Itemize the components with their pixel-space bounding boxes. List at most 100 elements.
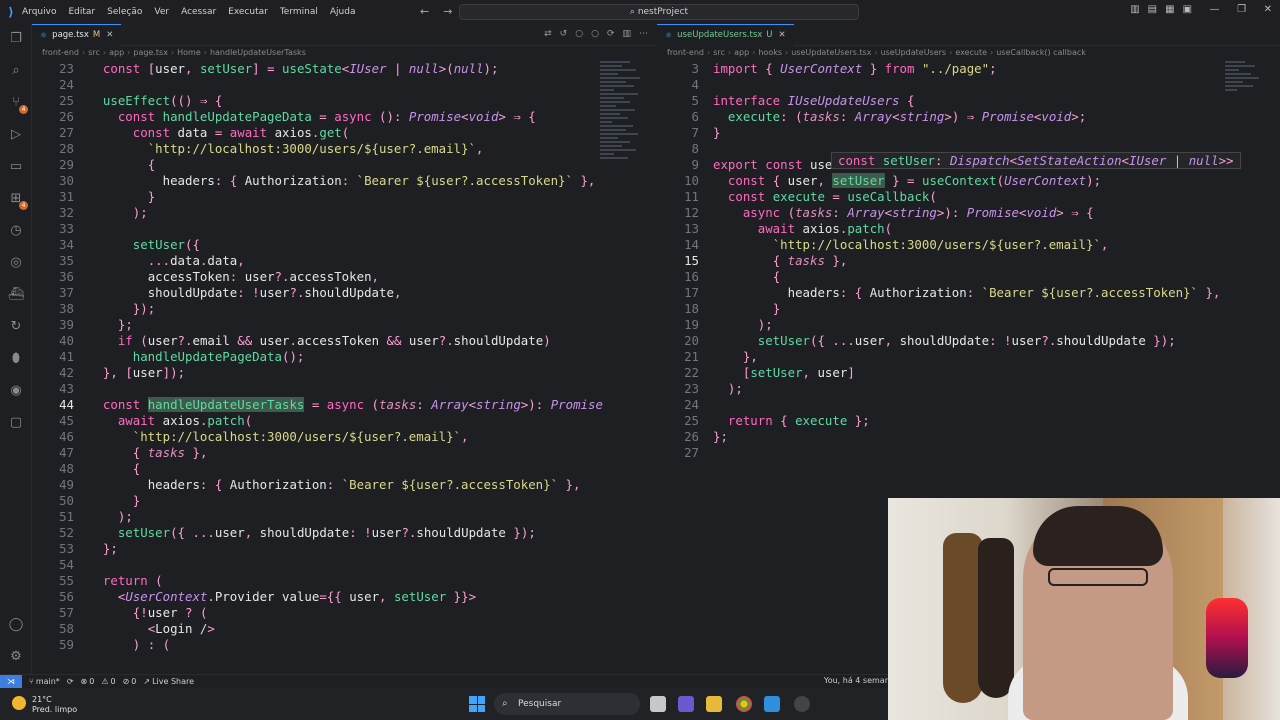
ports-count[interactable]: 0	[131, 677, 136, 686]
code-line[interactable]: 6 execute: (tasks: Array<string>) ⇒ Prom…	[657, 109, 1220, 125]
layout-icon[interactable]: ▦	[1165, 4, 1174, 15]
code-line[interactable]: 3 import { UserContext } from "../page";	[657, 61, 1220, 77]
breadcrumb-item[interactable]: useCallback() callback	[996, 48, 1086, 57]
code-line[interactable]: 24	[657, 397, 1220, 413]
menu-item[interactable]: Arquivo	[22, 7, 56, 17]
code-line[interactable]: 37 shouldUpdate: !user?.shouldUpdate,	[32, 285, 603, 301]
code-line[interactable]: 5 interface IUseUpdateUsers {	[657, 93, 1220, 109]
branch-name[interactable]: main*	[36, 677, 60, 686]
next-change-icon[interactable]: ○	[591, 29, 599, 39]
remote-explorer-icon[interactable]: ▭	[7, 158, 25, 176]
code-line[interactable]: 16 {	[657, 269, 1220, 285]
menu-item[interactable]: Ver	[154, 7, 169, 17]
code-line[interactable]: 50 }	[32, 493, 603, 509]
explorer-icon[interactable]: ❐	[7, 30, 25, 48]
testing-icon[interactable]: ▢	[7, 414, 25, 432]
sync-icon[interactable]: ⟳	[67, 677, 74, 686]
code-line[interactable]: 52 setUser({ ...user, shouldUpdate: !use…	[32, 525, 603, 541]
code-line[interactable]: 28 `http://localhost:3000/users/${user?.…	[32, 141, 603, 157]
code-line[interactable]: 27	[657, 445, 1220, 461]
code-line[interactable]: 57 {!user ? (	[32, 605, 603, 621]
code-line[interactable]: 14 `http://localhost:3000/users/${user?.…	[657, 237, 1220, 253]
code-line[interactable]: 21 },	[657, 349, 1220, 365]
weather-widget[interactable]: 21°C Pred. limpo	[32, 695, 77, 715]
git-blame[interactable]: You, há 4 semar	[824, 676, 888, 685]
code-line[interactable]: 18 }	[657, 301, 1220, 317]
code-line[interactable]: 49 headers: { Authorization: `Bearer ${u…	[32, 477, 603, 493]
timeline-icon[interactable]: ◷	[7, 222, 25, 240]
tab-page-tsx[interactable]: ⚛ page.tsx M ✕	[32, 23, 122, 46]
git-graph-icon[interactable]: ◎	[7, 254, 25, 272]
code-line[interactable]: 56 <UserContext.Provider value={{ user, …	[32, 589, 603, 605]
code-line[interactable]: 20 setUser({ ...user, shouldUpdate: !use…	[657, 333, 1220, 349]
menu-item[interactable]: Acessar	[181, 7, 216, 17]
docker-icon[interactable]: ⛴	[7, 286, 25, 304]
code-line[interactable]: 41 handleUpdatePageData();	[32, 349, 603, 365]
code-line[interactable]: 4	[657, 77, 1220, 93]
more-actions-icon[interactable]: ⋯	[639, 29, 648, 39]
minimap[interactable]	[600, 61, 646, 171]
search-icon[interactable]: ⌕	[7, 62, 25, 80]
run-debug-icon[interactable]: ▷	[7, 126, 25, 144]
code-editor-left[interactable]: 23 const [user, setUser] = useState<IUse…	[32, 61, 603, 653]
code-line[interactable]: 51 );	[32, 509, 603, 525]
code-line[interactable]: 26};	[657, 429, 1220, 445]
minimize-button[interactable]: —	[1200, 4, 1220, 15]
breadcrumb-item[interactable]: useUpdateUsers	[881, 48, 947, 57]
menu-item[interactable]: Terminal	[280, 7, 318, 17]
code-line[interactable]: 40 if (user?.email && user.accessToken &…	[32, 333, 603, 349]
vscode-taskbar-icon[interactable]	[764, 696, 780, 712]
chrome-icon[interactable]	[736, 696, 752, 712]
code-line[interactable]: 48 {	[32, 461, 603, 477]
task-view-icon[interactable]	[650, 696, 666, 712]
code-line[interactable]: 23 const [user, setUser] = useState<IUse…	[32, 61, 603, 77]
remote-indicator-icon[interactable]: ⋊	[0, 674, 22, 689]
forward-arrow-icon[interactable]: →	[443, 5, 452, 18]
breadcrumb-item[interactable]: Home	[177, 48, 201, 57]
code-line[interactable]: 54	[32, 557, 603, 573]
code-line[interactable]: 27 const data = await axios.get(	[32, 125, 603, 141]
code-line[interactable]: 39 };	[32, 317, 603, 333]
minimap[interactable]	[1225, 61, 1271, 101]
code-line[interactable]: 31 }	[32, 189, 603, 205]
code-line[interactable]: 24	[32, 77, 603, 93]
windows-start-icon[interactable]	[469, 696, 485, 712]
database-icon[interactable]: ⬮	[7, 350, 25, 368]
prev-change-icon[interactable]: ○	[575, 29, 583, 39]
revert-icon[interactable]: ↺	[560, 29, 568, 39]
source-control-icon[interactable]: ⑂ 4	[7, 94, 28, 114]
close-button[interactable]: ✕	[1254, 4, 1272, 15]
code-line[interactable]: 43	[32, 381, 603, 397]
code-line[interactable]: 29 {	[32, 157, 603, 173]
code-line[interactable]: 26 const handleUpdatePageData = async ()…	[32, 109, 603, 125]
taskbar-search[interactable]: ⌕ Pesquisar	[494, 693, 640, 715]
code-line[interactable]: 53 };	[32, 541, 603, 557]
breadcrumb-item[interactable]: src	[713, 48, 725, 57]
code-line[interactable]: 22 [setUser, user]	[657, 365, 1220, 381]
command-center-search[interactable]: ⌕ nestProject	[459, 4, 859, 20]
sync-icon[interactable]: ⟳	[607, 29, 615, 39]
code-line[interactable]: 33	[32, 221, 603, 237]
breadcrumb-item[interactable]: app	[109, 48, 124, 57]
menu-item[interactable]: Editar	[68, 7, 95, 17]
account-icon[interactable]: ◯	[7, 616, 25, 634]
layout-icon[interactable]: ▤	[1148, 4, 1157, 15]
extensions-icon[interactable]: ⊞ 4	[7, 190, 28, 210]
breadcrumb-item[interactable]: hooks	[758, 48, 782, 57]
layout-icon[interactable]: ▥	[1130, 4, 1139, 15]
breadcrumb[interactable]: front-end › src › app › hooks › useUpdateUsers.t…	[657, 46, 1280, 60]
code-line[interactable]: 58 <Login />	[32, 621, 603, 637]
breadcrumb-item[interactable]: src	[88, 48, 100, 57]
code-line[interactable]: 25 return { execute };	[657, 413, 1220, 429]
code-line[interactable]: 17 headers: { Authorization: `Bearer ${u…	[657, 285, 1220, 301]
code-line[interactable]: 35 ...data.data,	[32, 253, 603, 269]
maximize-button[interactable]: ❐	[1228, 4, 1246, 15]
layout-icon[interactable]: ▣	[1183, 4, 1192, 15]
code-line[interactable]: 45 await axios.patch(	[32, 413, 603, 429]
code-line[interactable]: 23 );	[657, 381, 1220, 397]
nav-arrows[interactable]: ← →	[420, 5, 452, 18]
code-line[interactable]: 44 const handleUpdateUserTasks = async (…	[32, 397, 603, 413]
close-tab-icon[interactable]: ✕	[106, 30, 113, 40]
code-line[interactable]: 7}	[657, 125, 1220, 141]
code-line[interactable]: 25 useEffect(() ⇒ {	[32, 93, 603, 109]
